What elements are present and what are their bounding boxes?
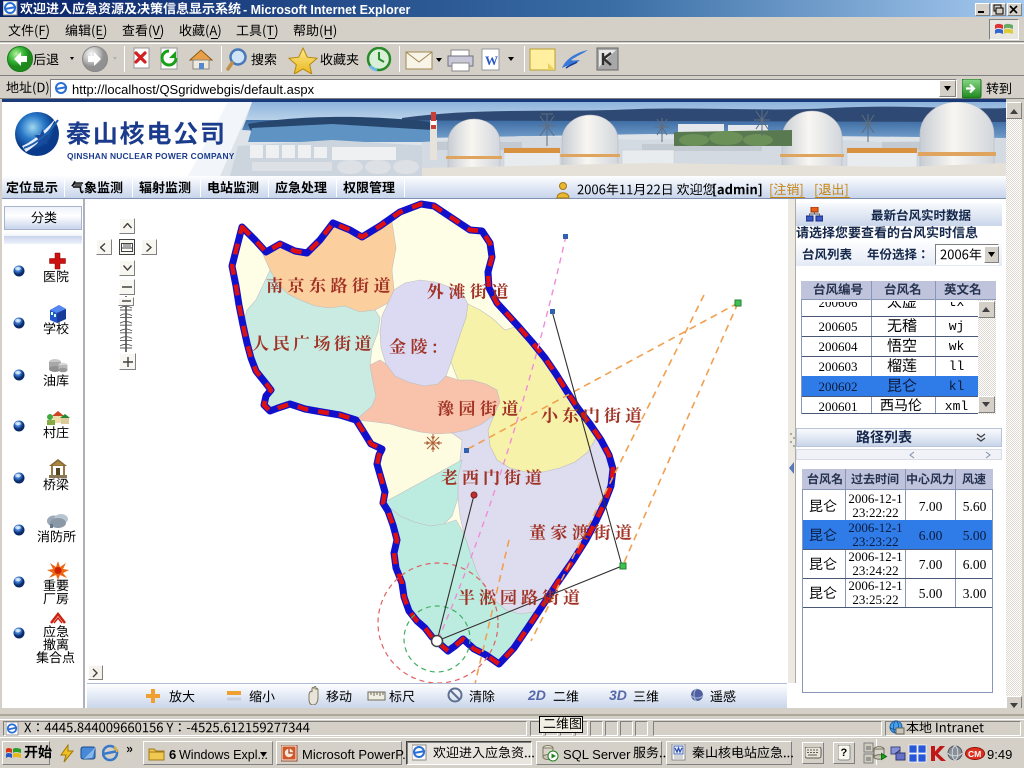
svg-text:?: ? (841, 747, 848, 759)
svg-text:CM: CM (968, 749, 981, 759)
svg-text:W: W (485, 53, 498, 68)
